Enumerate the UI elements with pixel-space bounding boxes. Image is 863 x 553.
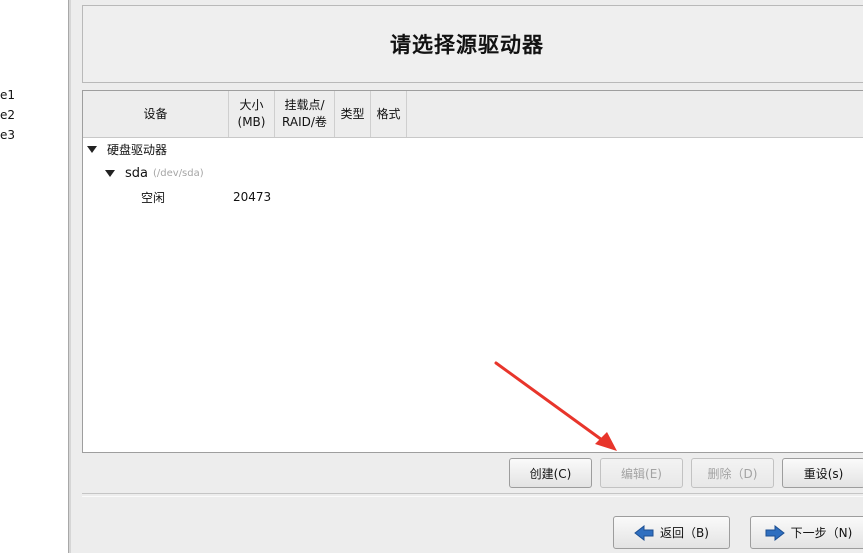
- tree-row-free[interactable]: 空闲 20473: [83, 187, 383, 207]
- tree-row-sda[interactable]: sda (/dev/sda): [105, 163, 204, 183]
- page-title: 请选择源驱动器: [390, 33, 544, 57]
- edit-button[interactable]: 编辑(E): [600, 458, 683, 488]
- title-panel: 请选择源驱动器: [82, 5, 863, 83]
- delete-button[interactable]: 删除（D): [691, 458, 774, 488]
- expand-triangle-icon[interactable]: [87, 145, 97, 153]
- back-button[interactable]: 返回（B): [613, 516, 730, 549]
- tree-header: 设备 大小 (MB) 挂载点/ RAID/卷 类型 格式: [83, 91, 863, 138]
- sidebar-item[interactable]: e2: [0, 108, 15, 122]
- expand-triangle-icon[interactable]: [105, 169, 115, 177]
- sidebar-item[interactable]: e3: [0, 128, 15, 142]
- next-button[interactable]: 下一步（N): [750, 516, 863, 549]
- create-button[interactable]: 创建(C): [509, 458, 592, 488]
- device-tree[interactable]: 设备 大小 (MB) 挂载点/ RAID/卷 类型 格式 硬盘驱动器 sda (…: [82, 90, 863, 453]
- arrow-left-icon: [634, 524, 654, 541]
- column-header-mount[interactable]: 挂载点/ RAID/卷: [275, 91, 335, 137]
- tree-row-hard-drives[interactable]: 硬盘驱动器: [87, 139, 167, 159]
- arrow-right-icon: [765, 524, 785, 541]
- column-header-type[interactable]: 类型: [335, 91, 371, 137]
- column-header-format[interactable]: 格式: [371, 91, 407, 137]
- annotation-arrow: [494, 361, 617, 451]
- left-sidebar: e1 e2 e3: [0, 0, 68, 553]
- sidebar-item[interactable]: e1: [0, 88, 15, 102]
- separator: [82, 493, 863, 497]
- reset-button[interactable]: 重设(s): [782, 458, 863, 488]
- main-panel: 请选择源驱动器 设备 大小 (MB) 挂载点/ RAID/卷 类型 格式 硬盘驱…: [71, 0, 863, 553]
- column-header-size[interactable]: 大小 (MB): [229, 91, 275, 137]
- column-header-device[interactable]: 设备: [83, 91, 229, 137]
